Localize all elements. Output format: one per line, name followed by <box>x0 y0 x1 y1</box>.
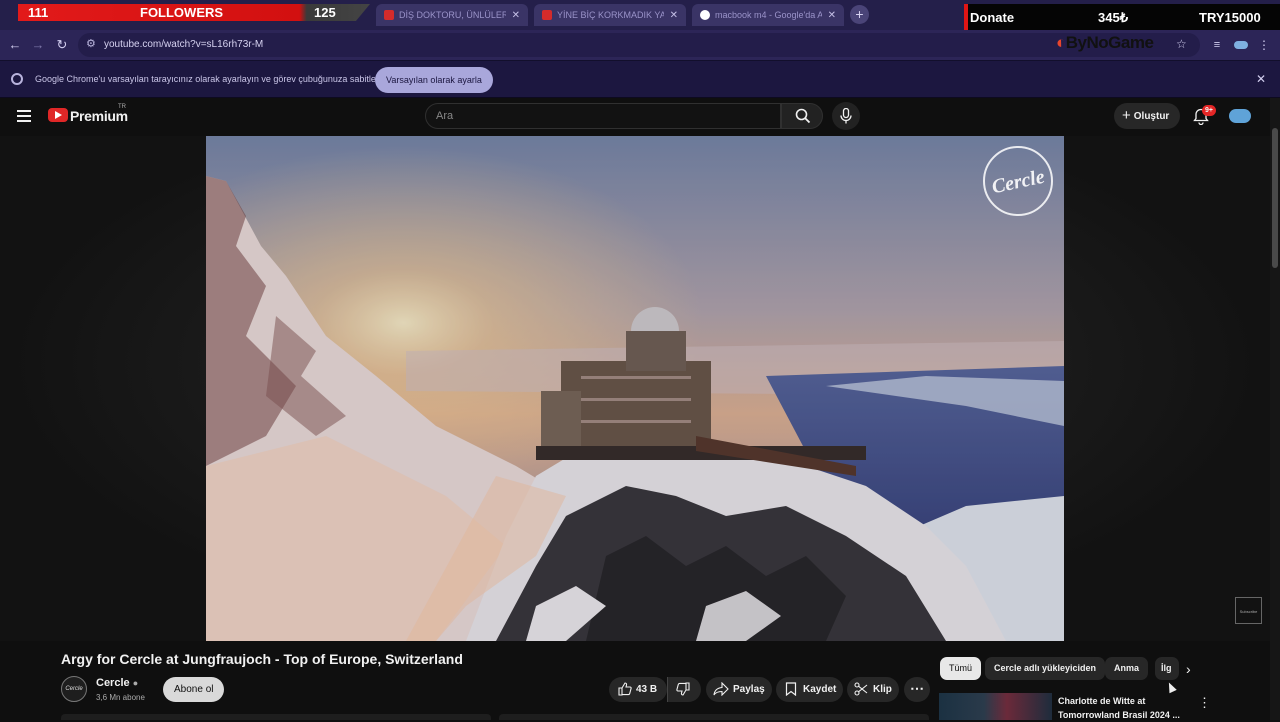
create-label: Oluştur <box>1133 111 1170 122</box>
notification-badge: 9+ <box>1202 105 1216 116</box>
browser-tab[interactable]: DİŞ DOKTORU, ÜNLÜLERİN DİŞ ✕ <box>376 4 528 26</box>
followers-goal-overlay: 111 FOLLOWERS 125 <box>18 4 370 21</box>
set-default-button[interactable]: Varsayılan olarak ayarla <box>375 67 493 93</box>
site-info-icon[interactable]: ⚙ <box>86 37 96 50</box>
menu-dots-icon[interactable]: ⋮ <box>1255 36 1273 54</box>
more-actions-icon[interactable]: ⋯ <box>904 677 930 702</box>
infobar-message: Google Chrome'u varsayılan tarayıcınız o… <box>35 74 388 84</box>
youtube-masthead: Premium TR Ara + Oluştur 9+ <box>0 98 1270 136</box>
logo-region: TR <box>118 104 126 110</box>
description-panel[interactable] <box>61 714 491 720</box>
forward-arrow-icon[interactable]: → <box>29 36 47 54</box>
dislike-button[interactable] <box>667 677 701 702</box>
scissors-icon <box>854 682 868 696</box>
sponsor-logo-text: ByNoGame <box>1065 33 1154 52</box>
account-avatar[interactable] <box>1229 109 1251 123</box>
sponsor-logo: ◐ByNoGame <box>1056 33 1154 52</box>
media-control-icon[interactable]: ≡ <box>1208 36 1226 54</box>
subscribe-button[interactable]: Abone ol <box>163 677 225 702</box>
bookmark-icon <box>785 682 797 696</box>
comments-panel[interactable] <box>499 714 929 720</box>
save-button[interactable]: Kaydet <box>776 677 843 702</box>
video-title: Argy for Cercle at Jungfraujoch - Top of… <box>61 651 463 667</box>
channel-name-text[interactable]: Cercle <box>96 677 130 689</box>
new-tab-button[interactable]: + <box>850 5 869 24</box>
tab-title: macbook m4 - Google'da Ara <box>715 10 822 20</box>
like-button[interactable]: 43 B <box>609 677 667 702</box>
verified-icon: ● <box>132 678 139 688</box>
subscriber-count: 3,6 Mn abone <box>96 693 145 702</box>
chevron-right-icon[interactable]: › <box>1186 661 1191 677</box>
channel-avatar[interactable]: Cercle <box>61 676 87 702</box>
recommendation-menu-icon[interactable]: ⋮ <box>1198 695 1211 711</box>
followers-label: FOLLOWERS <box>140 5 224 20</box>
tab-title: DİŞ DOKTORU, ÜNLÜLERİN DİŞ <box>399 10 506 20</box>
share-label: Paylaş <box>733 684 765 695</box>
followers-count: 111 <box>28 5 49 20</box>
video-frame[interactable]: Cercle <box>206 136 1064 641</box>
microphone-icon <box>840 108 852 124</box>
clip-button[interactable]: Klip <box>847 677 899 702</box>
subscribe-watermark[interactable]: Subscribe <box>1235 597 1262 624</box>
clip-label: Klip <box>873 684 892 695</box>
address-bar[interactable]: ⚙ youtube.com/watch?v=sL16rh73r-M ☆ <box>78 33 1200 57</box>
search-button[interactable] <box>781 103 823 129</box>
browser-tab-strip: 111 FOLLOWERS 125 DİŞ DOKTORU, ÜNLÜLERİN… <box>0 0 1280 31</box>
youtube-logo-icon[interactable] <box>48 108 68 122</box>
default-browser-infobar: Google Chrome'u varsayılan tarayıcınız o… <box>0 60 1280 98</box>
recommendation-thumbnail[interactable] <box>939 693 1052 720</box>
followers-goal: 125 <box>314 5 336 20</box>
chrome-icon <box>11 73 23 85</box>
google-icon <box>700 10 710 20</box>
reload-icon[interactable]: ↻ <box>53 36 71 54</box>
back-arrow-icon[interactable]: ← <box>6 36 24 54</box>
donate-goal: TRY15000 <box>1199 10 1261 25</box>
hamburger-menu-icon[interactable] <box>17 110 31 122</box>
scrollbar-thumb[interactable] <box>1272 128 1278 268</box>
channel-name[interactable]: Cercle ● <box>96 677 138 689</box>
page-scrollbar[interactable] <box>1270 98 1280 720</box>
profile-icon[interactable] <box>1232 36 1250 54</box>
close-tab-icon[interactable]: ✕ <box>512 10 520 21</box>
save-label: Kaydet <box>803 684 837 695</box>
mouse-cursor <box>1165 680 1177 694</box>
close-tab-icon[interactable]: ✕ <box>670 10 678 21</box>
youtube-icon <box>542 10 552 20</box>
browser-tab[interactable]: YİNE BİÇ KORKMADIK YAA | AI ✕ <box>534 4 686 26</box>
bookmark-star-icon[interactable]: ☆ <box>1176 37 1187 51</box>
browser-tab[interactable]: macbook m4 - Google'da Ara ✕ <box>692 4 844 26</box>
logo-text[interactable]: Premium <box>70 108 128 124</box>
youtube-icon <box>384 10 394 20</box>
tab-title: YİNE BİÇ KORKMADIK YAA | AI <box>557 10 664 20</box>
close-tab-icon[interactable]: ✕ <box>828 10 836 21</box>
recommendation-title[interactable]: Charlotte de Witte at Tomorrowland Brasi… <box>1058 694 1188 722</box>
donate-label: Donate <box>970 10 1015 25</box>
thumbs-down-icon <box>676 682 690 696</box>
chip-partial[interactable]: İlg <box>1155 657 1179 680</box>
search-input[interactable]: Ara <box>425 103 781 129</box>
recommendation-title-line[interactable]: Charlotte de Witte at <box>1058 694 1188 708</box>
chip-from-uploader[interactable]: Cercle adlı yükleyiciden <box>985 657 1106 680</box>
create-button[interactable]: + Oluştur <box>1114 103 1181 129</box>
voice-search-button[interactable] <box>832 102 860 130</box>
like-count: 43 B <box>636 684 658 695</box>
search-placeholder: Ara <box>436 110 454 122</box>
share-button[interactable]: Paylaş <box>706 677 772 702</box>
donate-amount: 345₺ <box>1098 10 1128 25</box>
search-icon <box>795 108 811 124</box>
donate-goal-overlay: Donate 345₺ TRY15000 <box>964 4 1280 31</box>
thumbs-up-icon <box>618 682 632 696</box>
share-icon <box>713 682 729 696</box>
plus-icon: + <box>1122 107 1131 124</box>
chip-related[interactable]: Anma <box>1105 657 1149 680</box>
chip-all[interactable]: Tümü <box>940 657 982 680</box>
video-player[interactable]: Cercle <box>206 136 1064 641</box>
close-infobar-icon[interactable]: ✕ <box>1256 72 1266 86</box>
url-text[interactable]: youtube.com/watch?v=sL16rh73r-M <box>104 39 263 50</box>
